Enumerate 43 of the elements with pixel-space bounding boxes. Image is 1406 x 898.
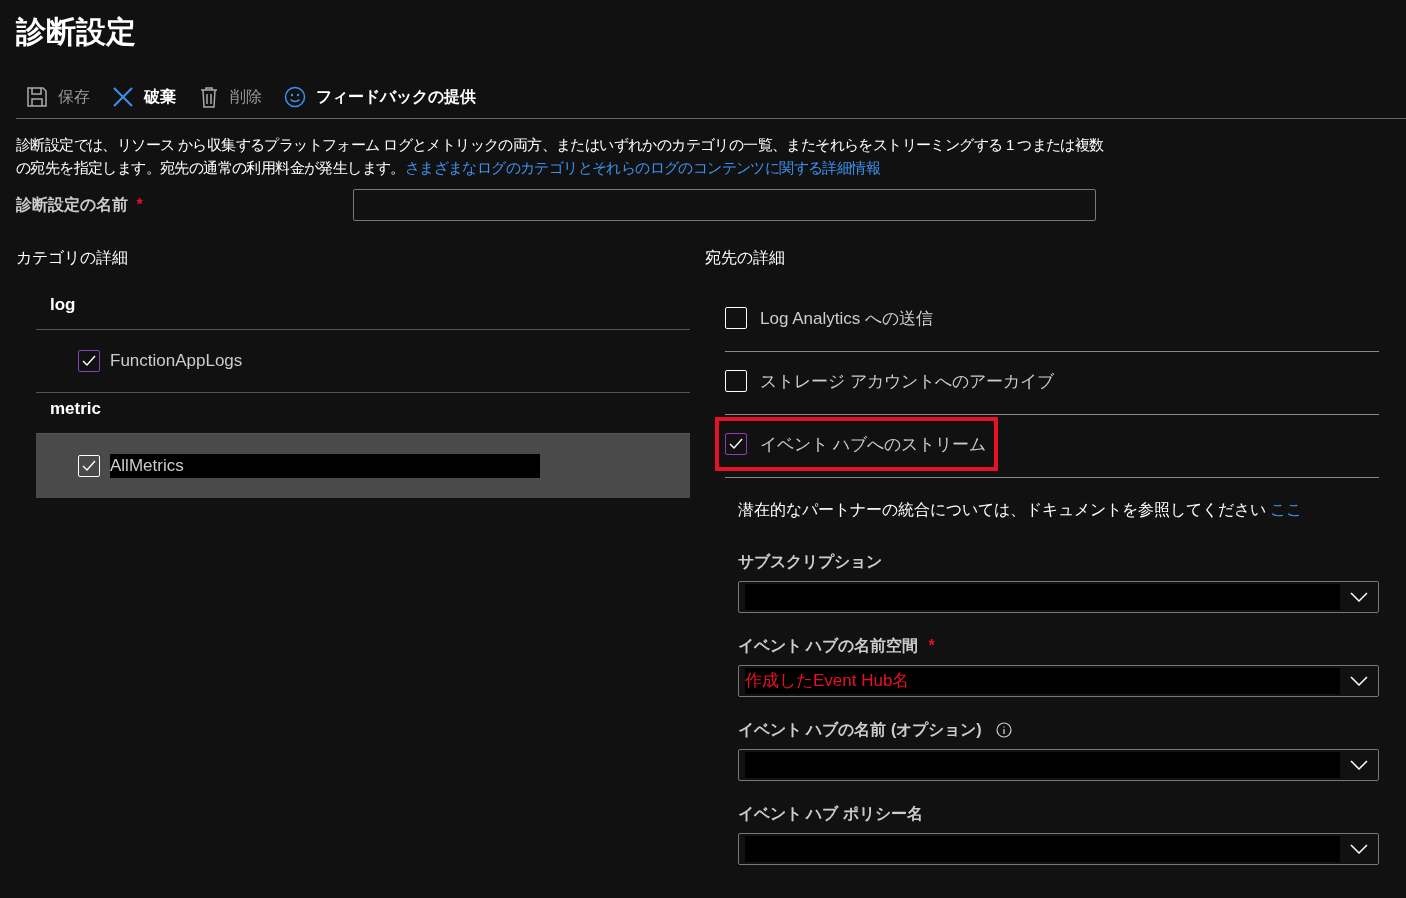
chevron-down-icon bbox=[1350, 760, 1368, 770]
dropdown-field[interactable] bbox=[738, 581, 1379, 613]
here-link[interactable]: ここ bbox=[1270, 501, 1303, 518]
discard-button[interactable]: 破棄 bbox=[112, 86, 176, 108]
destination-label: イベント ハブへのストリーム bbox=[760, 433, 986, 456]
field-label: イベント ハブ ポリシー名 bbox=[738, 803, 923, 824]
save-icon bbox=[26, 86, 48, 108]
name-input-field[interactable] bbox=[353, 189, 1096, 221]
dropdown-value: 作成したEvent Hub名 bbox=[745, 668, 1340, 694]
chevron-down-icon bbox=[1350, 676, 1368, 686]
trash-icon bbox=[198, 86, 220, 108]
required-mark: * bbox=[928, 637, 935, 655]
smiley-icon bbox=[284, 86, 306, 108]
section-heading: 宛先の詳細 bbox=[705, 248, 786, 268]
checkbox[interactable] bbox=[725, 433, 747, 455]
details-link[interactable]: さまざまなログのカテゴリとそれらのログのコンテンツに関する詳細情報 bbox=[404, 159, 880, 176]
checkmark-icon bbox=[82, 355, 96, 367]
field-label: イベント ハブの名前空間 bbox=[738, 635, 919, 656]
destination-label: ストレージ アカウントへのアーカイブ bbox=[760, 370, 1054, 393]
note-text: 潜在的なパートナーの統合については、ドキュメントを参照してください ここ bbox=[738, 500, 1304, 520]
close-icon bbox=[112, 86, 134, 108]
category-row[interactable]: FunctionAppLogs bbox=[36, 330, 690, 393]
field-label: サブスクリプション bbox=[738, 551, 882, 572]
category-row[interactable]: AllMetrics bbox=[36, 434, 690, 498]
chevron-down-icon bbox=[1350, 844, 1368, 854]
checkmark-icon bbox=[729, 438, 743, 450]
destination-label: Log Analytics への送信 bbox=[760, 307, 933, 330]
dropdown-field[interactable] bbox=[738, 833, 1379, 865]
feedback-button[interactable]: フィードバックの提供 bbox=[284, 86, 476, 108]
chevron-down-icon bbox=[1350, 592, 1368, 602]
required-mark: * bbox=[135, 195, 143, 213]
checkmark-icon bbox=[82, 460, 96, 472]
page-title: 診断設定 bbox=[16, 14, 137, 50]
section-heading: カテゴリの詳細 bbox=[16, 248, 129, 268]
dropdown-field[interactable] bbox=[738, 749, 1379, 781]
field-label: イベント ハブの名前 (オプション) bbox=[738, 719, 982, 740]
category-label: FunctionAppLogs bbox=[110, 350, 243, 372]
category-label: AllMetrics bbox=[110, 454, 540, 478]
category-group-header: log bbox=[36, 289, 690, 330]
dropdown-field[interactable]: 作成したEvent Hub名 bbox=[738, 665, 1379, 697]
field-label: 診断設定の名前 * bbox=[16, 194, 144, 215]
checkbox[interactable] bbox=[78, 350, 100, 372]
description-text: 診断設定では、リソース から収集するプラットフォーム ログとメトリックの両方、またはいずれかのカテゴリの一覧、またそれらをストリーミングする 1 つまたは複数の宛先を指定します。宛先の通常の利用料金が発生します。さまざまなログのカテゴリとそれらのログのコンテンツに関する詳細情報 bbox=[16, 135, 1105, 178]
